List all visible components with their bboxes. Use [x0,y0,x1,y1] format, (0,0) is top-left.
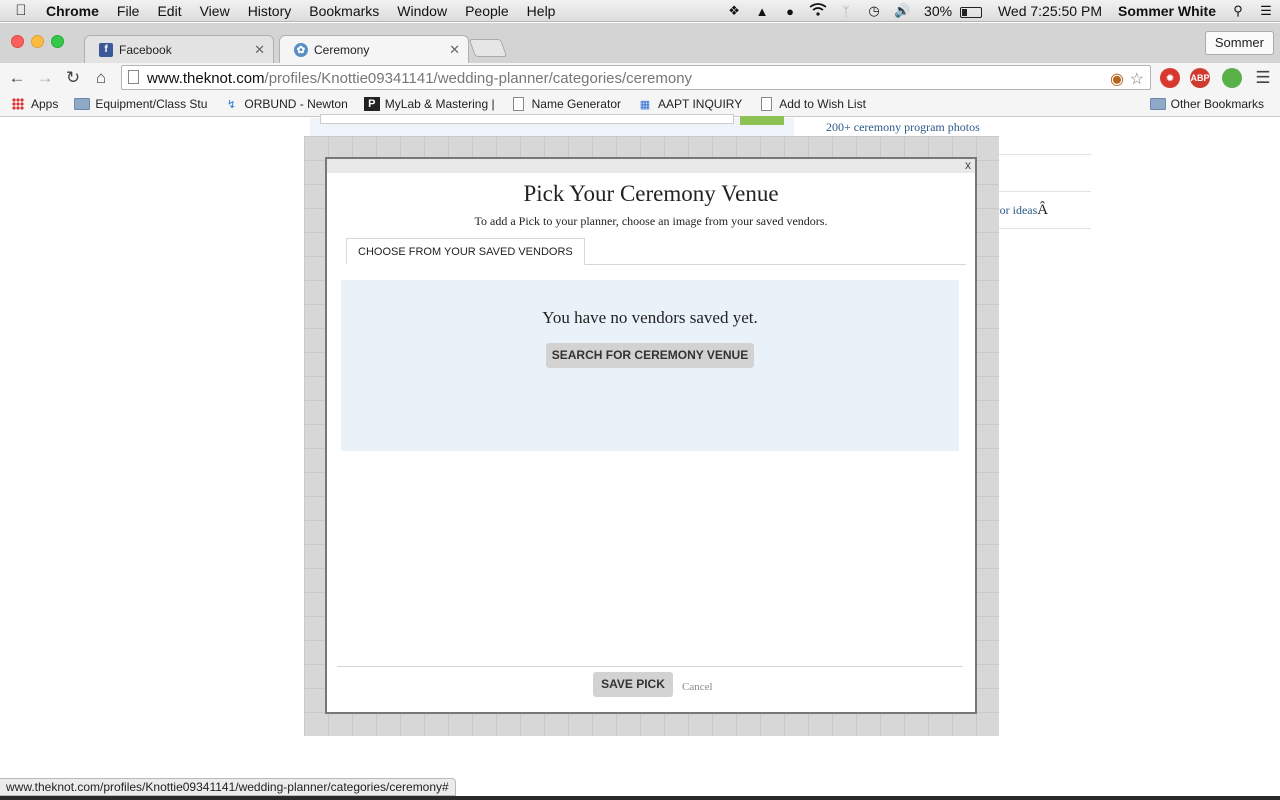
wifi-icon[interactable] [804,3,832,19]
sidebar-link-stray-char: Â [1037,202,1049,218]
page-content: 200+ ceremony program photos s ew decor … [0,114,1280,796]
page-icon [758,97,774,111]
bookmark-label: Add to Wish List [779,97,866,111]
folder-icon [1149,97,1166,111]
home-icon[interactable]: ⌂ [90,67,112,89]
facebook-icon: f [99,42,113,57]
bluetooth-icon[interactable]: ᛉ [832,4,860,19]
new-tab-button[interactable] [468,39,508,57]
bookmark-wish-list[interactable]: Add to Wish List [758,97,866,111]
url-host: www.theknot.com [147,70,265,87]
bookmark-orbund[interactable]: ↯ ORBUND - Newton [223,97,348,111]
time-machine-icon[interactable]: ◷ [860,3,888,19]
chrome-menu-icon[interactable]: ☰ [1252,67,1274,89]
tab-facebook[interactable]: f Facebook ✕ [84,35,274,63]
battery-status[interactable]: 30% [916,3,990,19]
bookmark-label: Apps [31,97,59,111]
folder-icon [74,97,91,111]
theknot-icon: ✿ [294,43,308,57]
menu-bookmarks[interactable]: Bookmarks [300,3,388,19]
bookmark-name-generator[interactable]: Name Generator [511,97,621,111]
close-window-button[interactable] [11,35,24,48]
battery-level-fill [961,8,967,16]
bookmark-label: ORBUND - Newton [244,97,348,111]
bookmark-apps[interactable]: Apps [10,97,58,111]
evernote-icon[interactable] [1222,68,1242,88]
menu-file[interactable]: File [108,3,149,19]
adblock-plus-icon[interactable]: ABP [1190,68,1210,88]
saved-vendors-panel: You have no vendors saved yet. SEARCH FO… [341,280,959,451]
browser-toolbar: ← → ↻ ⌂ www.theknot.com/profiles/Knottie… [0,63,1280,92]
bookmark-label: Name Generator [531,97,621,111]
dropbox-icon[interactable]: ❖ [720,3,748,19]
tab-saved-vendors[interactable]: CHOOSE FROM YOUR SAVED VENDORS [346,238,585,265]
bookmark-label: AAPT INQUIRY [657,97,743,111]
minimize-window-button[interactable] [31,35,44,48]
battery-icon [959,6,982,18]
tab-title: Facebook [119,42,172,57]
pearson-icon: P [363,97,380,111]
page-icon [511,97,527,111]
blocked-cookie-icon[interactable]: ◉ [1110,69,1124,89]
notification-center-icon[interactable]: ☰ [1252,3,1280,19]
tab-strip: f Facebook ✕ ✿ Ceremony ✕ Sommer [0,23,1280,64]
page-search-input[interactable] [320,114,734,124]
menu-people[interactable]: People [456,3,518,19]
save-pick-button[interactable]: SAVE PICK [593,672,673,697]
orbund-icon: ↯ [226,98,237,111]
page-search-strip [310,114,794,138]
apple-menu-icon[interactable]:  [0,2,42,19]
extension-gear-icon[interactable]: ✹ [1160,68,1180,88]
modal-header-bar [327,159,975,173]
modal-title: Pick Your Ceremony Venue [523,181,779,206]
bookmark-label: Equipment/Class Stu [95,97,208,111]
form-icon: ▦ [639,98,651,111]
menu-history[interactable]: History [239,3,301,19]
menubar-user[interactable]: Sommer White [1110,3,1224,19]
status-bar-url: www.theknot.com/profiles/Knottie09341141… [0,778,456,796]
pick-venue-modal: x Pick Your Ceremony Venue To add a Pick… [325,157,977,714]
spotlight-search-icon[interactable]: ⚲ [1224,3,1252,19]
menu-view[interactable]: View [191,3,239,19]
menu-window[interactable]: Window [388,3,456,19]
modal-subtitle: To add a Pick to your planner, choose an… [474,214,828,228]
bookmark-label: Other Bookmarks [1170,97,1264,111]
close-tab-icon[interactable]: ✕ [254,42,265,58]
apps-grid-icon [10,97,26,111]
bookmark-aapt[interactable]: ▦ AAPT INQUIRY [637,97,742,111]
battery-percent: 30% [924,3,953,19]
cancel-link[interactable]: Cancel [682,681,713,693]
profile-button[interactable]: Sommer [1204,31,1274,55]
back-arrow-icon[interactable]: ← [6,67,28,89]
page-search-button[interactable] [740,116,784,125]
zoom-window-button[interactable] [51,35,64,48]
modal-close-button[interactable]: x [965,158,971,172]
empty-state-text: You have no vendors saved yet. [542,308,758,327]
reload-icon[interactable]: ↻ [62,67,84,89]
menu-edit[interactable]: Edit [148,3,190,19]
menubar-clock[interactable]: Wed 7:25:50 PM [990,3,1110,19]
page-icon [128,70,139,84]
volume-icon[interactable]: 🔊 [888,3,916,19]
search-ceremony-venue-button[interactable]: SEARCH FOR CEREMONY VENUE [546,343,754,368]
tab-title: Ceremony [314,43,370,57]
address-url[interactable]: www.theknot.com/profiles/Knottie09341141… [147,70,692,87]
bookmark-label: MyLab & Mastering | [384,97,495,111]
menu-help[interactable]: Help [518,3,565,19]
modal-footer-divider [337,666,963,667]
bookmark-other[interactable]: Other Bookmarks [1149,97,1264,111]
menu-app-name[interactable]: Chrome [42,3,108,19]
bookmark-equipment[interactable]: Equipment/Class Stu [74,97,207,111]
forward-arrow-icon[interactable]: → [34,67,56,89]
dock-edge [0,796,1280,800]
menu-bar:  Chrome File Edit View History Bookmark… [0,0,1280,22]
tab-ceremony[interactable]: ✿ Ceremony ✕ [279,35,469,64]
url-path: /profiles/Knottie09341141/wedding-planne… [264,70,693,87]
google-drive-icon[interactable]: ▲ [748,4,776,19]
close-tab-icon[interactable]: ✕ [449,42,460,58]
bookmark-mylab[interactable]: P MyLab & Mastering | [363,97,495,111]
address-bar[interactable]: www.theknot.com/profiles/Knottie09341141… [121,65,1151,90]
bookmark-star-icon[interactable]: ☆ [1130,69,1144,89]
speech-bubble-icon[interactable]: ● [776,4,804,19]
